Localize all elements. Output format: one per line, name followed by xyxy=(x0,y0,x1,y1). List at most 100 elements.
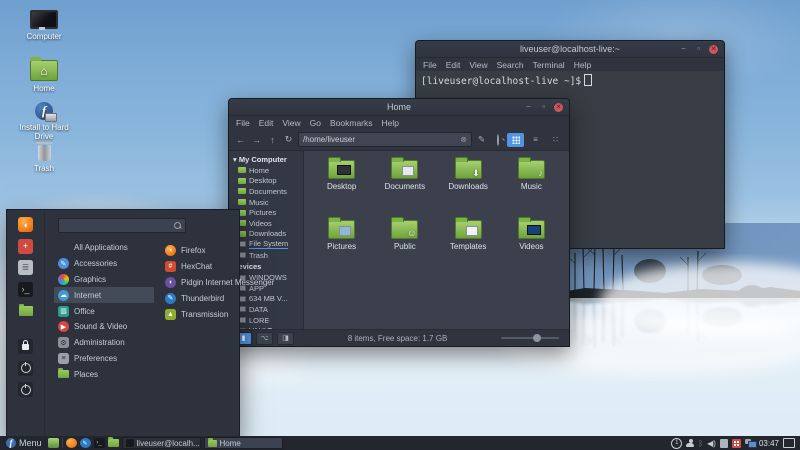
sidebar-section-computer[interactable]: ▾ My Computer xyxy=(229,153,303,165)
minimize-icon[interactable]: − xyxy=(524,102,533,112)
terminal-favorite-icon[interactable]: ›_ xyxy=(18,281,33,297)
menu-search-input[interactable] xyxy=(58,218,186,233)
icon-view-button[interactable] xyxy=(507,132,524,147)
category-accessories[interactable]: ✎ Accessories xyxy=(54,256,154,272)
forward-icon[interactable]: → xyxy=(250,135,263,145)
category-office[interactable]: ▥ Office xyxy=(54,303,154,319)
sidebar-item-trash[interactable]: Trash xyxy=(229,250,303,261)
clear-entry-icon[interactable]: ⊗ xyxy=(460,135,467,144)
category-preferences[interactable]: ≡ Preferences xyxy=(54,351,154,367)
logout-icon[interactable] xyxy=(18,360,33,376)
filemanager-titlebar[interactable]: Home − ▫ ✕ xyxy=(229,99,569,116)
category-graphics[interactable]: Graphics xyxy=(54,272,154,288)
firefox-favorite-icon[interactable]: ◖ xyxy=(18,217,33,232)
close-icon[interactable]: ✕ xyxy=(554,102,563,112)
folder-view[interactable]: Desktop Documents ⬇ Downloads ♪ Music Pi… xyxy=(304,151,569,329)
maximize-icon[interactable]: ▫ xyxy=(694,44,703,54)
category-places[interactable]: Places xyxy=(54,366,154,382)
refresh-icon[interactable]: ↻ xyxy=(282,134,295,145)
app-firefox[interactable]: ◖ Firefox xyxy=(165,243,237,259)
sidebar-item-downloads[interactable]: Downloads xyxy=(229,229,303,240)
terminal-launcher-icon[interactable]: ›_ xyxy=(93,438,105,448)
clipboard-icon[interactable] xyxy=(719,438,728,448)
category-administration[interactable]: ⚙ Administration xyxy=(54,335,154,351)
sidebar-item-music[interactable]: Music xyxy=(229,197,303,208)
menu-search[interactable]: Search xyxy=(497,60,524,70)
menu-bookmarks[interactable]: Bookmarks xyxy=(330,118,373,128)
app-thunderbird[interactable]: ✎ Thunderbird xyxy=(165,290,237,306)
menu-edit[interactable]: Edit xyxy=(259,118,274,128)
toggle-treeview-button[interactable]: ⌥ xyxy=(256,331,273,345)
firefox-launcher-icon[interactable] xyxy=(65,438,77,448)
user-applet-icon[interactable] xyxy=(686,438,695,448)
category-internet[interactable]: ☁ Internet xyxy=(54,287,154,304)
sidebar-device[interactable]: DATA xyxy=(229,304,303,315)
folder-downloads[interactable]: ⬇ Downloads xyxy=(439,155,498,215)
menu-view[interactable]: View xyxy=(282,118,300,128)
category-sound-video[interactable]: ▶ Sound & Video xyxy=(54,319,154,335)
display-settings-icon[interactable] xyxy=(783,438,795,448)
sidebar-item-documents[interactable]: Documents xyxy=(229,186,303,197)
menu-help[interactable]: Help xyxy=(574,60,591,70)
list-view-button[interactable]: ≡ xyxy=(527,133,544,147)
maximize-icon[interactable]: ▫ xyxy=(539,102,548,112)
desktop-icon-install[interactable]: f Install to Hard Drive xyxy=(12,102,76,141)
folder-public[interactable]: ☺ Public xyxy=(375,215,434,275)
menu-go[interactable]: Go xyxy=(310,118,321,128)
file-manager-window[interactable]: Home − ▫ ✕ File Edit View Go Bookmarks H… xyxy=(228,98,570,347)
sidebar-device[interactable]: 634 MB V... xyxy=(229,294,303,305)
app-transmission[interactable]: ▲ Transmission xyxy=(165,306,237,322)
menu-terminal[interactable]: Terminal xyxy=(533,60,565,70)
minimize-icon[interactable]: − xyxy=(679,44,688,54)
app-hexchat[interactable]: # HexChat xyxy=(165,259,237,275)
up-icon[interactable]: ↑ xyxy=(266,135,279,145)
clock[interactable]: 03:47 xyxy=(759,439,779,448)
desktop-icon-trash[interactable]: Trash xyxy=(12,142,76,173)
path-entry[interactable]: /home/liveuser ⊗ xyxy=(298,132,472,147)
menu-help[interactable]: Help xyxy=(382,118,399,128)
menu-button[interactable]: f Menu xyxy=(3,436,45,450)
folder-pictures[interactable]: Pictures xyxy=(312,215,371,275)
folder-templates[interactable]: Templates xyxy=(439,215,498,275)
search-icon[interactable] xyxy=(491,133,504,146)
sidebar-item-desktop[interactable]: Desktop xyxy=(229,176,303,187)
notifications-icon[interactable]: 1 xyxy=(671,437,683,449)
compact-view-button[interactable]: ∷ xyxy=(547,133,564,147)
thunderbird-launcher-icon[interactable]: ✎ xyxy=(79,438,91,448)
folder-desktop[interactable]: Desktop xyxy=(312,155,371,215)
menu-file[interactable]: File xyxy=(423,60,437,70)
show-desktop-icon[interactable] xyxy=(47,438,59,448)
sidebar-item-videos[interactable]: Videos xyxy=(229,218,303,229)
toggle-location-icon[interactable]: ✎ xyxy=(475,134,488,145)
sidebar-device[interactable]: LORE xyxy=(229,315,303,326)
folder-documents[interactable]: Documents xyxy=(375,155,434,215)
sidebar-item-home[interactable]: Home xyxy=(229,165,303,176)
shutdown-icon[interactable] xyxy=(18,382,33,397)
app-pidgin[interactable]: ◗ Pidgin Internet Messenger xyxy=(165,275,274,291)
hide-sidebar-button[interactable]: ◨ xyxy=(277,331,294,345)
close-icon[interactable]: ✕ xyxy=(709,44,718,54)
menu-edit[interactable]: Edit xyxy=(446,60,461,70)
menu-file[interactable]: File xyxy=(236,118,250,128)
update-notifier-icon[interactable] xyxy=(731,438,741,448)
sidebar-item-pictures[interactable]: Pictures xyxy=(229,207,303,218)
bluetooth-icon[interactable]: ᛒ xyxy=(698,439,703,448)
software-favorite-icon[interactable]: ≣ xyxy=(18,260,33,275)
sidebar-item-filesystem[interactable]: File System xyxy=(229,239,303,250)
menu-view[interactable]: View xyxy=(469,60,487,70)
lock-screen-icon[interactable] xyxy=(18,339,33,354)
window-button-home[interactable]: Home xyxy=(203,437,283,449)
desktop-icon-home[interactable]: ⌂ Home xyxy=(12,57,76,93)
back-icon[interactable]: ← xyxy=(234,135,247,145)
folder-videos[interactable]: Videos xyxy=(502,215,561,275)
installer-favorite-icon[interactable]: + xyxy=(18,238,33,254)
files-launcher-icon[interactable] xyxy=(107,437,119,448)
folder-music[interactable]: ♪ Music xyxy=(502,155,561,215)
volume-icon[interactable]: ◀) xyxy=(707,439,716,448)
terminal-titlebar[interactable]: liveuser@localhost-live:~ − ▫ ✕ xyxy=(416,41,724,58)
desktop-icon-computer[interactable]: Computer xyxy=(12,10,76,41)
network-icon[interactable] xyxy=(744,439,757,448)
files-favorite-icon[interactable] xyxy=(18,303,33,318)
zoom-slider[interactable] xyxy=(501,334,559,342)
window-button-terminal[interactable]: liveuser@localh... xyxy=(121,437,201,449)
